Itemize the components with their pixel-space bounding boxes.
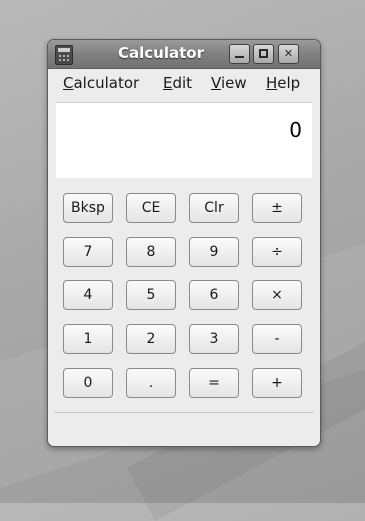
backspace-button[interactable]: Bksp: [63, 193, 113, 223]
digit-2-button[interactable]: 2: [126, 324, 176, 354]
change-sign-button[interactable]: ±: [252, 193, 302, 223]
digit-3-button[interactable]: 3: [189, 324, 239, 354]
menu-label: elp: [277, 74, 301, 92]
calculator-window: Calculator ✕ Calculator Edit View Help 0…: [47, 39, 321, 447]
clear-button[interactable]: Clr: [189, 193, 239, 223]
display-value: 0: [289, 118, 302, 142]
menu-mnemonic: V: [211, 74, 221, 92]
menu-help[interactable]: Help: [266, 74, 300, 92]
digit-8-button[interactable]: 8: [126, 237, 176, 267]
decimal-point-button[interactable]: .: [126, 368, 176, 398]
minimize-button[interactable]: [229, 44, 250, 64]
clear-entry-button[interactable]: CE: [126, 193, 176, 223]
digit-6-button[interactable]: 6: [189, 280, 239, 310]
result-display: 0: [56, 102, 312, 178]
minimize-icon: [235, 56, 244, 58]
digit-5-button[interactable]: 5: [126, 280, 176, 310]
close-icon: ✕: [283, 47, 294, 60]
title-bar[interactable]: Calculator ✕: [48, 40, 320, 69]
digit-7-button[interactable]: 7: [63, 237, 113, 267]
calculator-icon-screen: [58, 48, 70, 52]
digit-9-button[interactable]: 9: [189, 237, 239, 267]
close-button[interactable]: ✕: [278, 44, 299, 64]
calculator-icon-keys: [58, 54, 70, 62]
window-title: Calculator: [118, 44, 204, 62]
calculator-app-icon[interactable]: [55, 45, 73, 65]
menu-label: alculator: [73, 74, 140, 92]
menu-label: iew: [220, 74, 247, 92]
add-button[interactable]: +: [252, 368, 302, 398]
digit-4-button[interactable]: 4: [63, 280, 113, 310]
menu-view[interactable]: View: [211, 74, 247, 92]
subtract-button[interactable]: -: [252, 324, 302, 354]
status-bar: [54, 412, 314, 439]
divide-button[interactable]: ÷: [252, 237, 302, 267]
maximize-button[interactable]: [253, 44, 274, 64]
equals-button[interactable]: =: [189, 368, 239, 398]
menu-calculator[interactable]: Calculator: [63, 74, 139, 92]
multiply-button[interactable]: ×: [252, 280, 302, 310]
digit-1-button[interactable]: 1: [63, 324, 113, 354]
menu-bar: Calculator Edit View Help: [48, 69, 320, 95]
menu-edit[interactable]: Edit: [163, 74, 192, 92]
maximize-icon: [259, 49, 268, 58]
menu-label: dit: [172, 74, 193, 92]
menu-mnemonic: C: [63, 74, 74, 92]
menu-mnemonic: H: [266, 74, 278, 92]
digit-0-button[interactable]: 0: [63, 368, 113, 398]
